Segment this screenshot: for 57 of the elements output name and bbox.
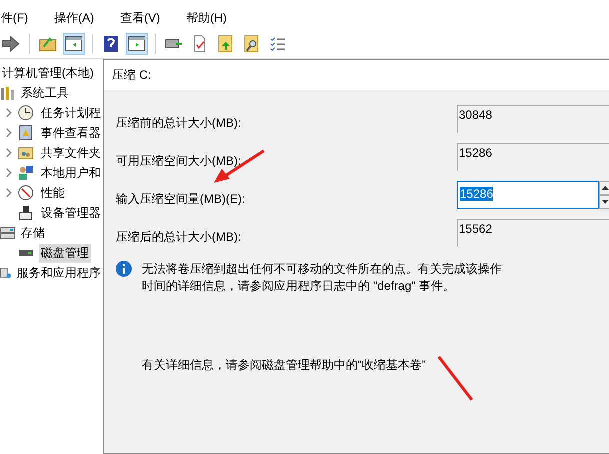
pane-icon xyxy=(128,35,146,53)
pane-icon xyxy=(65,35,83,53)
info-icon xyxy=(116,261,132,277)
tree-item[interactable]: 计算机管理(本地) xyxy=(0,64,96,82)
spin-up-button[interactable] xyxy=(599,181,609,195)
storage-icon xyxy=(0,225,16,241)
info-text: 无法将卷压缩到超出任何不可移动的文件所在的点。有关完成该操作时间的详细信息，请参阅应用程序日志中的 "defrag" 事件。 xyxy=(142,261,502,295)
tree-item[interactable]: 共享文件夹 xyxy=(39,144,103,162)
clock-icon xyxy=(18,105,34,121)
pane-toggle-button[interactable] xyxy=(63,33,85,55)
upload-icon xyxy=(217,35,235,53)
readonly-field: 30848 xyxy=(457,105,609,133)
field-label: 输入压缩空间量(MB)(E): xyxy=(116,191,246,208)
caret-up-icon xyxy=(602,186,608,190)
field-label: 压缩前的总计大小(MB): xyxy=(116,115,242,132)
tree-item[interactable]: 设备管理器 xyxy=(39,204,103,222)
forward-arrow-button[interactable] xyxy=(0,33,22,55)
chevron-icon[interactable] xyxy=(5,128,13,138)
tree-item[interactable]: 性能 xyxy=(39,184,67,202)
annotation-line xyxy=(438,356,474,401)
chevron-icon[interactable] xyxy=(5,168,13,178)
menu-item[interactable]: 操作(A) xyxy=(54,10,94,26)
menu-item[interactable]: 件(F) xyxy=(1,10,28,26)
tree-item[interactable]: 服务和应用程序 xyxy=(15,264,103,282)
readonly-field: 15286 xyxy=(457,143,609,171)
users-icon xyxy=(18,165,34,181)
input-field[interactable]: 15286 xyxy=(457,181,599,209)
log-icon xyxy=(18,125,34,141)
chevron-icon[interactable] xyxy=(5,148,13,158)
help-text: 有关详细信息，请参阅磁盘管理帮助中的“收缩基本卷” xyxy=(142,358,426,372)
help-icon xyxy=(102,35,120,53)
tree-item[interactable]: 磁盘管理 xyxy=(39,244,91,262)
tools-icon xyxy=(0,85,16,101)
gauge-icon xyxy=(18,185,34,201)
tree-item[interactable]: 系统工具 xyxy=(19,84,71,102)
chevron-icon[interactable] xyxy=(5,108,13,118)
menu-item[interactable]: 帮助(H) xyxy=(186,10,227,26)
tree-item[interactable]: 事件查看器 xyxy=(39,124,103,142)
field-label: 可用压缩空间大小(MB): xyxy=(116,153,242,170)
dialog-title: 压缩 C: xyxy=(112,66,152,84)
chevron-icon[interactable] xyxy=(5,188,13,198)
tree-item[interactable]: 本地用户和 xyxy=(39,164,103,182)
folder-icon xyxy=(39,35,57,53)
readonly-field: 15562 xyxy=(457,219,609,247)
shared-folder-icon xyxy=(18,145,34,161)
services-icon xyxy=(0,265,12,281)
menu-item[interactable]: 查看(V) xyxy=(120,10,160,26)
arrow-icon xyxy=(2,35,20,53)
caret-down-icon xyxy=(602,200,608,204)
list-icon xyxy=(269,35,287,53)
tree-item[interactable]: 存储 xyxy=(19,224,47,242)
search-icon xyxy=(243,35,261,53)
field-label: 压缩后的总计大小(MB): xyxy=(116,229,242,246)
device-icon xyxy=(18,205,34,221)
tree-item[interactable]: 任务计划程 xyxy=(39,104,103,122)
spin-down-button[interactable] xyxy=(599,195,609,209)
pane-toggle-button[interactable] xyxy=(126,33,148,55)
